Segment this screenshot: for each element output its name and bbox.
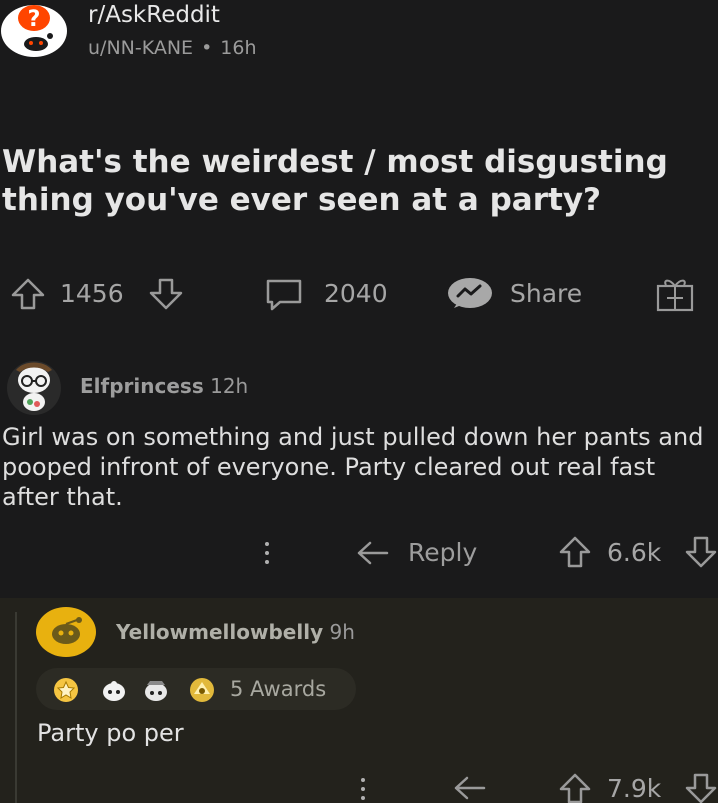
- gift-icon: [656, 279, 694, 312]
- comments-button[interactable]: [264, 278, 304, 312]
- reply-age: 9h: [329, 620, 355, 644]
- reply-score: 7.9k: [607, 774, 662, 803]
- reply-button[interactable]: [355, 538, 391, 568]
- share-icon: [448, 278, 492, 308]
- meta-separator: •: [201, 37, 213, 59]
- comment-score: 6.6k: [607, 538, 662, 567]
- snoo-avatar-icon: [36, 607, 96, 657]
- reply-author-line: Yellowmellowbelly 9h: [116, 620, 355, 644]
- comment-author[interactable]: Elfprincess: [80, 374, 204, 398]
- share-button[interactable]: [446, 276, 496, 312]
- snoo-avatar-icon: [7, 361, 61, 415]
- reply-upvote-button[interactable]: [558, 773, 592, 803]
- upvote-icon: [559, 773, 591, 803]
- reply-author-avatar[interactable]: [35, 606, 97, 658]
- subreddit-name[interactable]: r/AskReddit: [88, 2, 220, 28]
- upvote-count: 1456: [60, 279, 124, 308]
- subreddit-avatar[interactable]: ?: [0, 0, 72, 60]
- reply-downvote-button[interactable]: [684, 773, 718, 803]
- awards-count: 5 Awards: [230, 677, 327, 701]
- comment-upvote-button[interactable]: [558, 536, 592, 568]
- comment-age: 12h: [210, 374, 249, 398]
- reply-icon: [357, 541, 389, 565]
- reply-label[interactable]: Reply: [408, 538, 477, 567]
- upvote-icon: [11, 278, 45, 310]
- comment-body: Girl was on something and just pulled do…: [2, 423, 704, 511]
- comment-icon: [266, 279, 302, 311]
- comment-author-line: Elfprincess 12h: [80, 374, 248, 398]
- upvote-icon: [559, 536, 591, 568]
- reply-author[interactable]: Yellowmellowbelly: [116, 620, 323, 644]
- reply-icon: [454, 776, 486, 800]
- svg-text:?: ?: [28, 7, 41, 32]
- downvote-icon: [685, 536, 717, 568]
- reply-button[interactable]: [452, 774, 488, 802]
- comment-downvote-button[interactable]: [684, 536, 718, 568]
- gift-button[interactable]: [655, 276, 695, 312]
- downvote-icon: [685, 773, 717, 803]
- post-title: What's the weirdest / most disgusting th…: [2, 144, 668, 218]
- reddit-question-icon: ?: [1, 5, 67, 57]
- reply-body: Party po per: [37, 719, 184, 747]
- more-icon[interactable]: [360, 776, 366, 802]
- share-label[interactable]: Share: [510, 279, 582, 308]
- post-author[interactable]: u/NN-KANE: [88, 37, 193, 59]
- thread-line[interactable]: [15, 612, 17, 803]
- more-icon[interactable]: [264, 540, 270, 566]
- downvote-button[interactable]: [148, 278, 184, 310]
- upvote-button[interactable]: [10, 278, 46, 310]
- post-age: 16h: [220, 37, 257, 59]
- comment-count: 2040: [324, 279, 388, 308]
- commenter-avatar[interactable]: [6, 358, 62, 416]
- downvote-icon: [149, 278, 183, 310]
- post-meta: u/NN-KANE • 16h: [88, 37, 265, 59]
- award-icon: [52, 676, 222, 704]
